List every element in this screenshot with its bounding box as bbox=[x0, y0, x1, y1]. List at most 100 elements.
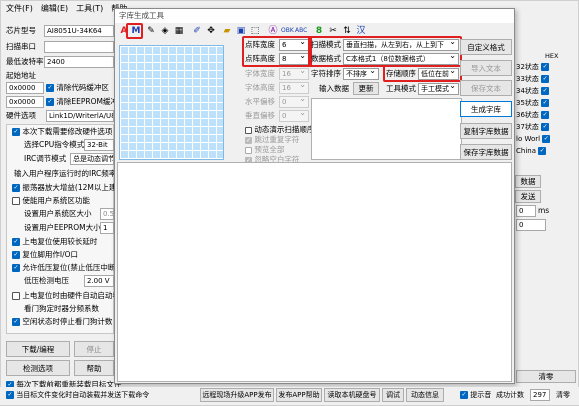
generate-button[interactable]: 生成字库 bbox=[460, 101, 512, 117]
grid-icon[interactable]: ▦ bbox=[173, 25, 185, 37]
r-check-3[interactable]: ✓ bbox=[541, 99, 550, 107]
baud-label: 最低波特率 bbox=[6, 57, 44, 66]
data-button[interactable]: 数据 bbox=[515, 175, 541, 188]
start-addr-label: 起始地址 bbox=[6, 71, 36, 80]
publish-help-button[interactable]: 发布APP帮助 bbox=[276, 388, 322, 402]
dot-matrix-grid[interactable] bbox=[119, 45, 224, 160]
import-text-button[interactable]: 导入文本 bbox=[460, 60, 512, 76]
input-data-box[interactable] bbox=[311, 98, 462, 160]
sys-size-label: 设置用户系统区大小 bbox=[24, 209, 92, 218]
font-tool-dialog: 字库生成工具 A M ✎ ◈ ▦ ✐ ✥ ▰ ▣ ⬚ Ⓐ OBK ABC 8 ✂… bbox=[114, 8, 515, 384]
font-w-label: 字体宽度 bbox=[245, 69, 275, 78]
opt-set-label: 本次下载需要修改硬件选项 bbox=[22, 127, 113, 136]
clear-count-button[interactable]: 清零 bbox=[556, 389, 570, 401]
opt-set-checkbox[interactable]: ✓ bbox=[12, 128, 20, 136]
sys-func-checkbox[interactable] bbox=[12, 197, 20, 205]
remote-upgrade-button[interactable]: 远程现场升级APP发布 bbox=[200, 388, 274, 402]
low-volt-label: 低压检测电压 bbox=[24, 276, 69, 285]
r-check-1[interactable]: ✓ bbox=[541, 75, 550, 83]
port-select[interactable] bbox=[44, 41, 114, 53]
eeprom-size-select[interactable]: 1 bbox=[100, 222, 114, 234]
save-text-button[interactable]: 保存文本 bbox=[460, 80, 512, 96]
addr1-input[interactable]: 0x0000 bbox=[6, 82, 44, 94]
auto-load-checkbox[interactable]: ✓ bbox=[6, 391, 14, 399]
success-count: 297 bbox=[530, 389, 550, 401]
check-options-button[interactable]: 检测选项 bbox=[6, 360, 70, 376]
clear-code-checkbox[interactable]: ✓ bbox=[46, 84, 54, 92]
font-h-select[interactable]: 16 bbox=[279, 82, 309, 94]
dialog-title: 字库生成工具 bbox=[115, 9, 514, 23]
r-item-2: 34状态 ✓ bbox=[516, 87, 550, 95]
rst-io-checkbox[interactable]: ✓ bbox=[12, 251, 20, 259]
copy-data-button[interactable]: 复制字库数据 bbox=[460, 123, 512, 139]
sound-checkbox[interactable]: ✓ bbox=[460, 391, 468, 399]
menu-file[interactable]: 文件(F) bbox=[6, 2, 33, 16]
r-item-0: 32状态 ✓ bbox=[516, 63, 550, 71]
read-disk-button[interactable]: 读取本机硬盘号 bbox=[324, 388, 380, 402]
help-button[interactable]: 帮助 bbox=[74, 360, 114, 376]
menu-tools[interactable]: 工具(T) bbox=[76, 2, 103, 16]
sys-size-select[interactable]: 0.5 bbox=[100, 208, 114, 220]
sys-func-label: 使能用户系统区功能 bbox=[22, 196, 90, 205]
irc-freq-label: 输入用户程序运行时的IRC频率 bbox=[14, 169, 117, 178]
hw-tab[interactable]: Link1D/WriterlA/U8 bbox=[46, 110, 114, 122]
r-check-0[interactable]: ✓ bbox=[541, 63, 550, 71]
low-rst-label: 允许低压复位(禁止低压中断) bbox=[22, 263, 119, 272]
download-button[interactable]: 下载/编程 bbox=[6, 341, 70, 357]
idle-wdt-checkbox[interactable]: ✓ bbox=[12, 318, 20, 326]
fill-icon[interactable]: ◈ bbox=[159, 25, 171, 37]
ms-label: ms bbox=[538, 206, 550, 215]
irc-mode-label: IRC调节模式 bbox=[24, 154, 67, 163]
move-icon[interactable]: ✥ bbox=[205, 25, 217, 37]
send-button[interactable]: 发送 bbox=[515, 190, 541, 203]
preview-checkbox[interactable] bbox=[245, 146, 252, 154]
power-rst-checkbox[interactable]: ✓ bbox=[12, 238, 20, 246]
open-icon[interactable]: ▰ bbox=[221, 25, 233, 37]
power-wdt-checkbox[interactable] bbox=[12, 292, 20, 300]
order-select[interactable]: 不排序 bbox=[343, 68, 379, 80]
update-button[interactable]: 更新 bbox=[353, 82, 379, 95]
h-offset-select[interactable]: 0 bbox=[279, 96, 309, 108]
low-volt-select[interactable]: 2.00 V bbox=[84, 275, 114, 287]
skip-dup-checkbox[interactable]: ✓ bbox=[245, 136, 252, 144]
idle-wdt-label: 空闲状态时停止看门狗计数 bbox=[22, 317, 113, 326]
chip-label: 芯片型号 bbox=[6, 26, 36, 35]
tx-count: 0 bbox=[516, 219, 546, 231]
osc-checkbox[interactable]: ✓ bbox=[12, 184, 20, 192]
save-data-button[interactable]: 保存字库数据 bbox=[460, 144, 512, 160]
font-w-select[interactable]: 16 bbox=[279, 68, 309, 80]
font-h-label: 字体高度 bbox=[245, 83, 275, 92]
tool-mode-select[interactable]: 手工模式 bbox=[418, 83, 459, 95]
interval-input[interactable]: 0 bbox=[516, 205, 536, 217]
r-check-5[interactable]: ✓ bbox=[541, 123, 550, 131]
tool-mode-label: 工具模式 bbox=[386, 84, 416, 93]
scan-highlight bbox=[308, 36, 462, 67]
r-item-6: lo Worl ✓ bbox=[516, 135, 551, 143]
addr2-input[interactable]: 0x0000 bbox=[6, 96, 44, 108]
auto-demo-checkbox[interactable] bbox=[245, 126, 252, 134]
r-item-1: 33状态 ✓ bbox=[516, 75, 550, 83]
output-textarea[interactable] bbox=[117, 162, 512, 382]
dynamic-info-button[interactable]: 动态信息 bbox=[406, 388, 444, 402]
auto-demo-label: 动态演示扫描顺序 bbox=[254, 125, 315, 134]
clear-eeprom-checkbox[interactable]: ✓ bbox=[46, 98, 54, 106]
rst-io-label: 复位脚用作I/O口 bbox=[22, 250, 79, 259]
r-check-4[interactable]: ✓ bbox=[541, 111, 550, 119]
debug-button[interactable]: 调试 bbox=[382, 388, 404, 402]
v-offset-select[interactable]: 0 bbox=[279, 110, 309, 122]
baud-select[interactable]: 2400 bbox=[44, 56, 114, 68]
irc-mode-select[interactable]: 总是动态调节 bbox=[70, 153, 114, 165]
status-bar: ✓ 当目标文件变化时自动装载并发送下载命令 远程现场升级APP发布 发布APP帮… bbox=[0, 387, 579, 405]
menu-edit[interactable]: 编辑(E) bbox=[41, 2, 68, 16]
stop-button[interactable]: 停止 bbox=[74, 341, 114, 357]
pen-icon[interactable]: ✐ bbox=[191, 25, 203, 37]
eraser-icon[interactable]: ✎ bbox=[145, 25, 157, 37]
chip-select[interactable]: AI8051U-34K64 bbox=[44, 25, 114, 37]
r-check-2[interactable]: ✓ bbox=[541, 87, 550, 95]
custom-format-button[interactable]: 自定义格式 bbox=[460, 39, 512, 55]
r-check-6[interactable]: ✓ bbox=[542, 135, 551, 143]
r-check-7[interactable]: ✓ bbox=[538, 147, 547, 155]
cpu-mode-select[interactable]: 32-Bit bbox=[84, 139, 114, 151]
low-rst-checkbox[interactable]: ✓ bbox=[12, 264, 20, 272]
clear-right-button[interactable]: 清零 bbox=[516, 370, 576, 383]
